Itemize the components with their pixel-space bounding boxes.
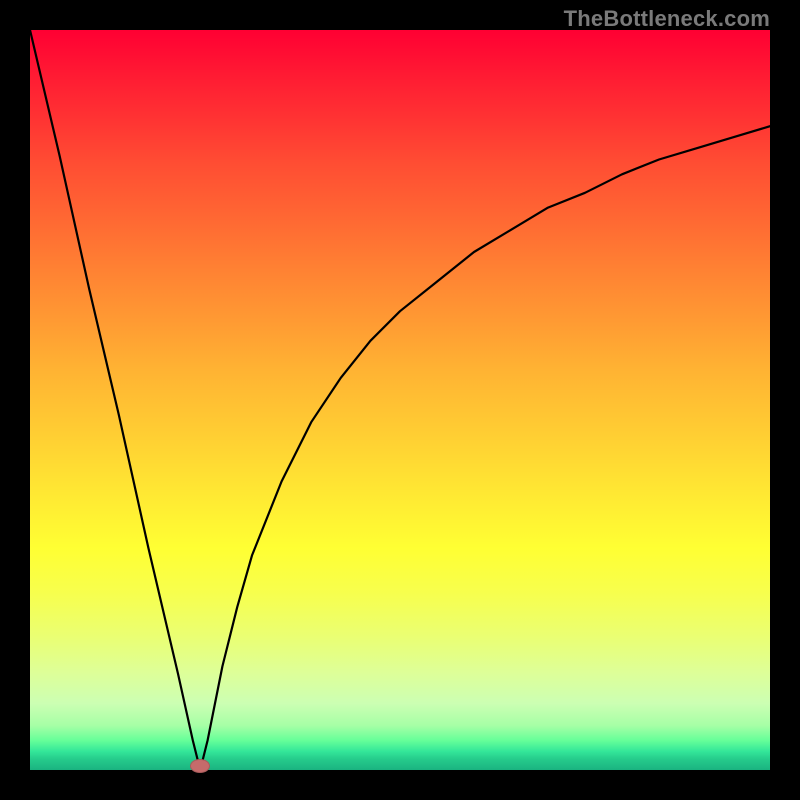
bottleneck-curve (30, 30, 770, 770)
chart-frame: TheBottleneck.com (0, 0, 800, 800)
plot-area (30, 30, 770, 770)
watermark-text: TheBottleneck.com (564, 6, 770, 32)
minimum-marker (190, 759, 210, 773)
